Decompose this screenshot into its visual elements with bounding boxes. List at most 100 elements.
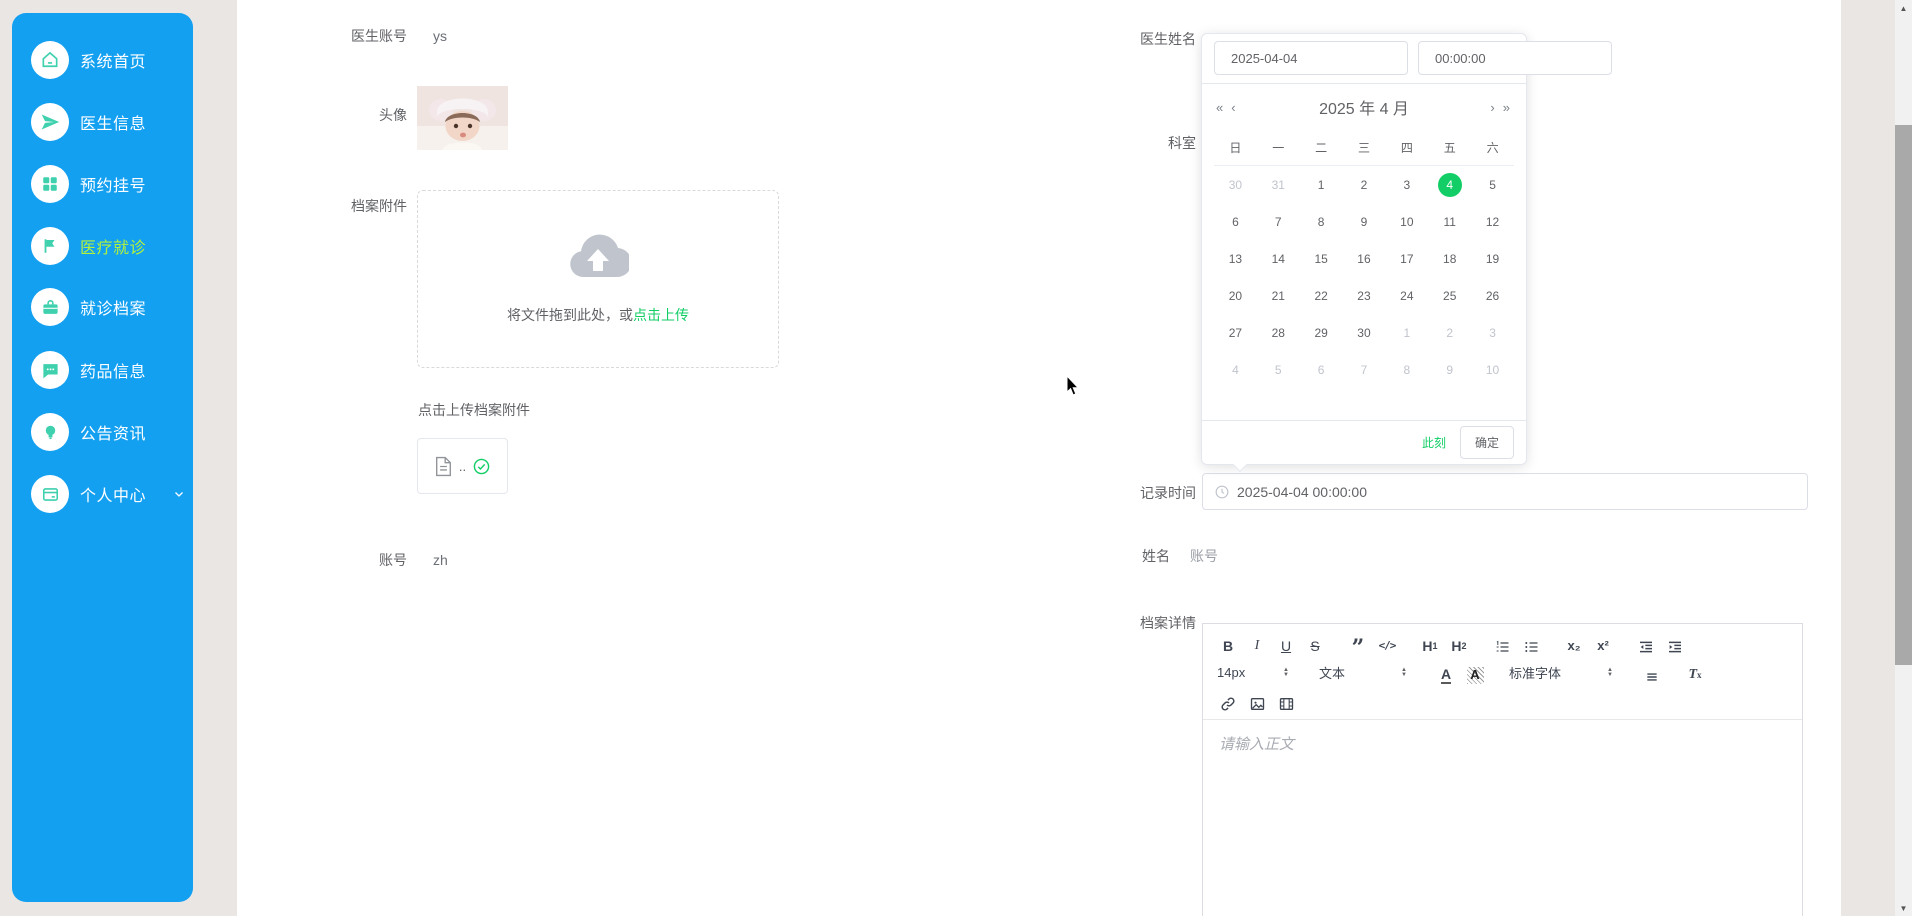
calendar-day[interactable]: 14	[1257, 240, 1300, 277]
text-color-button[interactable]: A	[1435, 662, 1457, 684]
content-card: 医生账号 ys 头像 档案附件 将文件拖到此处，或点击上传 点击上传档案附件 .…	[237, 0, 1841, 916]
calendar-day[interactable]: 9	[1343, 203, 1386, 240]
line-height-icon[interactable]	[1641, 662, 1663, 684]
calendar-day[interactable]: 11	[1428, 203, 1471, 240]
calendar-day[interactable]: 2	[1428, 314, 1471, 351]
calendar-day[interactable]: 5	[1471, 166, 1514, 203]
underline-button[interactable]: U	[1275, 633, 1297, 655]
calendar-day[interactable]: 27	[1214, 314, 1257, 351]
weekday-label: 日	[1229, 141, 1242, 155]
confirm-button[interactable]: 确定	[1459, 426, 1514, 459]
scroll-down-icon[interactable]: ▼	[1895, 900, 1912, 916]
avatar[interactable]	[417, 86, 508, 150]
calendar-day[interactable]: 7	[1257, 203, 1300, 240]
superscript-button[interactable]: x²	[1592, 633, 1614, 655]
avatar-label: 头像	[379, 107, 407, 123]
calendar-day[interactable]: 12	[1471, 203, 1514, 240]
calendar-day[interactable]: 6	[1300, 351, 1343, 388]
calendar-day[interactable]: 8	[1300, 203, 1343, 240]
calendar-day-selected[interactable]: 4	[1428, 166, 1471, 203]
sidebar-item-visit-archive[interactable]: 就诊档案	[31, 285, 146, 329]
calendar-day[interactable]: 28	[1257, 314, 1300, 351]
highlight-color-button[interactable]: A	[1464, 662, 1486, 684]
picker-time-input[interactable]	[1418, 41, 1612, 75]
subscript-button[interactable]: x₂	[1563, 633, 1585, 655]
unordered-list-icon[interactable]	[1520, 633, 1542, 655]
strikethrough-button[interactable]: S	[1304, 633, 1326, 655]
calendar-day[interactable]: 8	[1385, 351, 1428, 388]
sidebar-item-label: 公告资讯	[80, 426, 147, 443]
sidebar-item-medical-visit[interactable]: 医疗就诊	[31, 224, 146, 268]
sidebar-item-label: 预约挂号	[80, 178, 147, 195]
calendar-day[interactable]: 29	[1300, 314, 1343, 351]
calendar-day[interactable]: 18	[1428, 240, 1471, 277]
flag-icon	[31, 227, 69, 265]
outdent-icon[interactable]	[1635, 633, 1657, 655]
calendar-day[interactable]: 2	[1343, 166, 1386, 203]
sidebar-item-home[interactable]: 系统首页	[31, 38, 146, 82]
clear-format-button[interactable]: Tx	[1684, 662, 1706, 684]
image-icon[interactable]	[1246, 690, 1268, 712]
scrollbar-thumb[interactable]	[1895, 125, 1912, 665]
calendar-day[interactable]: 21	[1257, 277, 1300, 314]
code-button[interactable]: </>	[1376, 633, 1398, 655]
weekday-header-row: 日一二三四五六	[1214, 130, 1514, 166]
sidebar-item-drug-info[interactable]: 药品信息	[31, 348, 146, 392]
blockquote-button[interactable]: ”	[1347, 633, 1369, 659]
calendar-day[interactable]: 19	[1471, 240, 1514, 277]
calendar-day[interactable]: 6	[1214, 203, 1257, 240]
italic-button[interactable]: I	[1246, 633, 1268, 655]
calendar-day[interactable]: 23	[1343, 277, 1386, 314]
link-icon[interactable]	[1217, 690, 1239, 712]
calendar-day[interactable]: 30	[1343, 314, 1386, 351]
now-link[interactable]: 此刻	[1422, 434, 1446, 451]
vertical-scrollbar[interactable]: ▲ ▼	[1895, 0, 1912, 916]
indent-icon[interactable]	[1664, 633, 1686, 655]
calendar-day[interactable]: 7	[1343, 351, 1386, 388]
editor-body[interactable]: 请输入正文	[1203, 720, 1802, 767]
font-size-select[interactable]: 14px ▲ ▼	[1217, 665, 1289, 680]
sidebar-item-doctor-info[interactable]: 医生信息	[31, 100, 146, 144]
calendar-day[interactable]: 3	[1471, 314, 1514, 351]
record-time-input[interactable]: 2025-04-04 00:00:00	[1202, 473, 1808, 510]
calendar-day[interactable]: 1	[1300, 166, 1343, 203]
doctor-account-value: ys	[433, 28, 447, 44]
calendar-day[interactable]: 9	[1428, 351, 1471, 388]
file-drop-zone[interactable]: 将文件拖到此处，或点击上传	[417, 190, 779, 368]
format-select[interactable]: 文本 ▲ ▼	[1319, 663, 1407, 682]
calendar-day[interactable]: 15	[1300, 240, 1343, 277]
heading1-button[interactable]: H1	[1419, 633, 1441, 655]
video-icon[interactable]	[1275, 690, 1297, 712]
calendar-day[interactable]: 24	[1385, 277, 1428, 314]
calendar-day[interactable]: 3	[1385, 166, 1428, 203]
calendar-day[interactable]: 1	[1385, 314, 1428, 351]
calendar-day[interactable]: 31	[1257, 166, 1300, 203]
upload-click-link[interactable]: 点击上传	[633, 307, 689, 323]
prev-year-button[interactable]: «	[1216, 100, 1225, 115]
calendar-day[interactable]: 17	[1385, 240, 1428, 277]
calendar-day[interactable]: 4	[1214, 351, 1257, 388]
sidebar-item-announcements[interactable]: 公告资讯	[31, 410, 146, 454]
sidebar-item-appointment[interactable]: 预约挂号	[31, 162, 146, 206]
next-year-button[interactable]: »	[1503, 100, 1512, 115]
calendar-day[interactable]: 30	[1214, 166, 1257, 203]
font-family-select[interactable]: 标准字体 ▲ ▼	[1509, 663, 1613, 682]
calendar-day[interactable]: 20	[1214, 277, 1257, 314]
heading2-button[interactable]: H2	[1448, 633, 1470, 655]
scroll-up-icon[interactable]: ▲	[1895, 0, 1912, 16]
calendar-day[interactable]: 26	[1471, 277, 1514, 314]
sidebar-item-personal-center[interactable]: 个人中心	[31, 472, 185, 516]
calendar-day[interactable]: 13	[1214, 240, 1257, 277]
calendar-day[interactable]: 10	[1385, 203, 1428, 240]
calendar-day[interactable]: 22	[1300, 277, 1343, 314]
uploaded-file-card[interactable]: ..	[417, 438, 508, 494]
calendar-day[interactable]: 5	[1257, 351, 1300, 388]
bold-button[interactable]: B	[1217, 633, 1239, 655]
picker-date-input[interactable]	[1214, 41, 1408, 75]
ordered-list-icon[interactable]	[1491, 633, 1513, 655]
next-month-button[interactable]: ›	[1490, 100, 1496, 115]
calendar-day[interactable]: 25	[1428, 277, 1471, 314]
calendar-day[interactable]: 10	[1471, 351, 1514, 388]
home-icon	[31, 41, 69, 79]
calendar-day[interactable]: 16	[1343, 240, 1386, 277]
